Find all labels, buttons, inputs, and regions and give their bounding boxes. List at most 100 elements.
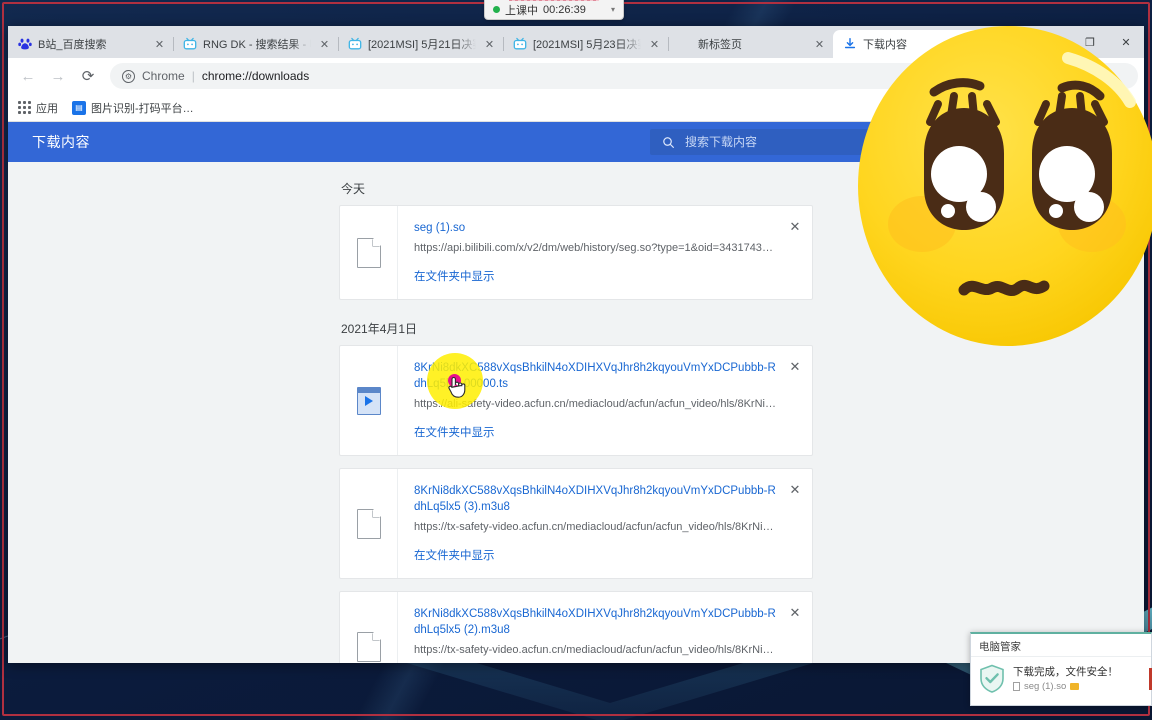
download-item[interactable]: 8KrNi8dkXC588vXqsBhkilN4oXDIHXVqJhr8h2kq… [339,591,813,663]
bilibili-icon [348,37,362,50]
video-file-icon [356,386,381,415]
remove-download-icon[interactable]: ✕ [786,218,804,236]
download-icon-cell [340,206,398,299]
class-status-timer: 00:26:39 [543,3,586,16]
window-controls: — ❐ ✕ [1036,26,1144,58]
download-icon-cell [340,469,398,578]
download-details: seg (1).so https://api.bilibili.com/x/v2… [398,206,812,299]
tab-close-icon[interactable]: ✕ [962,37,977,52]
bookmark-label: 图片识别-打码平台… [91,102,194,115]
notification-file-name: seg (1).so [1024,681,1067,692]
file-icon [1013,682,1020,691]
download-icon-cell [340,346,398,455]
maximize-button[interactable]: ❐ [1072,27,1108,57]
shield-check-icon [980,664,1004,693]
tab-title: B站_百度搜索 [38,39,107,51]
file-icon [356,237,381,268]
bookmark-label: 应用 [36,102,58,115]
downloads-header: 下载内容 [8,122,1144,162]
download-group-label: 今天 [341,182,366,196]
live-dot-icon [493,6,500,13]
show-in-folder-link[interactable]: 在文件夹中显示 [414,547,495,563]
download-item[interactable]: 8KrNi8dkXC588vXqsBhkilN4oXDIHXVqJhr8h2kq… [339,468,813,579]
tab-msi-may23[interactable]: [2021MSI] 5月23日决赛 RN… ✕ [503,30,668,58]
tab-close-icon[interactable]: ✕ [812,37,827,52]
address-bar-url: chrome://downloads [201,69,310,83]
address-bar[interactable]: ⚙ Chrome | chrome://downloads [110,63,1138,89]
show-in-folder-link[interactable]: 在文件夹中显示 [414,268,495,284]
omnibox-separator: | [191,69,195,83]
tab-title: [2021MSI] 5月21日决赛 RN… [368,39,476,51]
chrome-browser-window: B站_百度搜索 ✕ RNG DK - 搜索结果 - 哔哩哔… ✕ [2021MS… [8,26,1144,663]
tab-title: 新标签页 [698,39,742,51]
search-box[interactable] [650,129,1120,155]
download-icon-cell [340,592,398,663]
class-status-pill[interactable]: 上课中 00:26:39 ▾ [484,0,624,20]
download-source-url: https://api.bilibili.com/x/v2/dm/web/his… [414,242,778,254]
download-file-name[interactable]: 8KrNi8dkXC588vXqsBhkilN4oXDIHXVqJhr8h2kq… [414,606,778,638]
close-window-button[interactable]: ✕ [1108,27,1144,57]
tab-title: [2021MSI] 5月23日决赛 RN… [533,39,641,51]
download-source-url: https://tx-safety-video.acfun.cn/mediacl… [414,644,778,656]
site-chip-label: Chrome [142,69,185,83]
reload-button[interactable]: ⟳ [74,62,102,90]
downloads-page: 下载内容 今天 seg (1).so https://api.bilibili.… [8,122,1144,663]
bookmarks-bar: 应用 ▤ 图片识别-打码平台… [8,94,1144,122]
file-icon [356,508,381,539]
tab-baidu-bilibili[interactable]: B站_百度搜索 ✕ [8,30,173,58]
download-file-name[interactable]: 8KrNi8dkXC588vXqsBhkilN4oXDIHXVqJhr8h2kq… [414,483,778,515]
page-title: 下载内容 [32,134,90,150]
bookmark-image-recognition[interactable]: ▤ 图片识别-打码平台… [72,100,194,116]
tab-new-tab-page[interactable]: 新标签页 ✕ [668,30,833,58]
download-details: 8KrNi8dkXC588vXqsBhkilN4oXDIHXVqJhr8h2kq… [398,469,812,578]
blank-icon [678,37,692,51]
minimize-button[interactable]: — [1036,27,1072,57]
download-details: 8KrNi8dkXC588vXqsBhkilN4oXDIHXVqJhr8h2kq… [398,592,812,663]
tab-close-icon[interactable]: ✕ [482,37,497,52]
notification-file-row[interactable]: seg (1).so [1013,681,1118,692]
tab-title: RNG DK - 搜索结果 - 哔哩哔… [203,39,311,51]
tab-close-icon[interactable]: ✕ [317,37,332,52]
remove-download-icon[interactable]: ✕ [786,481,804,499]
remove-download-icon[interactable]: ✕ [786,358,804,376]
image-icon: ▤ [72,100,86,115]
baidu-icon [18,38,32,50]
tab-downloads[interactable]: 下载内容 ✕ [833,30,983,58]
search-input[interactable] [685,135,1108,149]
forward-button[interactable]: → [44,62,72,90]
chevron-down-icon[interactable]: ▾ [611,5,615,14]
new-tab-button[interactable]: + [989,30,1015,56]
tab-msi-may21[interactable]: [2021MSI] 5月21日决赛 RN… ✕ [338,30,503,58]
tab-rng-dk-search[interactable]: RNG DK - 搜索结果 - 哔哩哔… ✕ [173,30,338,58]
show-in-folder-link[interactable]: 在文件夹中显示 [414,424,495,440]
tab-title: 下载内容 [863,39,907,51]
tab-strip: B站_百度搜索 ✕ RNG DK - 搜索结果 - 哔哩哔… ✕ [2021MS… [8,26,1144,58]
class-status-label: 上课中 [505,4,538,17]
tab-close-icon[interactable]: ✕ [152,37,167,52]
remove-download-icon[interactable]: ✕ [786,604,804,622]
downloads-list: 今天 seg (1).so https://api.bilibili.com/x… [8,162,1144,663]
notification-message: 下载完成，文件安全！ [1013,666,1118,678]
download-item[interactable]: seg (1).so https://api.bilibili.com/x/v2… [339,205,813,300]
back-button[interactable]: ← [14,62,42,90]
download-file-name[interactable]: seg (1).so [414,220,778,236]
browser-toolbar: ← → ⟳ ⚙ Chrome | chrome://downloads [8,58,1144,94]
tab-close-icon[interactable]: ✕ [647,37,662,52]
search-icon [663,136,674,148]
file-icon [356,631,381,662]
notification-body: 下载完成，文件安全！ seg (1).so [971,657,1151,700]
download-source-url: https://tx-safety-video.acfun.cn/mediacl… [414,521,778,533]
bilibili-icon [183,37,197,50]
bilibili-icon [513,37,527,50]
bookmark-apps[interactable]: 应用 [18,100,58,116]
download-icon [844,38,856,49]
settings-gear-icon: ⚙ [122,69,135,83]
folder-icon[interactable] [1070,683,1080,690]
notification-text-block: 下载完成，文件安全！ seg (1).so [1013,665,1118,692]
notification-title: 电脑管家 [971,634,1151,657]
pc-manager-notification[interactable]: 电脑管家 下载完成，文件安全！ seg (1).so [970,632,1152,706]
download-group-label: 2021年4月1日 [341,322,418,336]
apps-grid-icon [18,101,31,114]
hand-cursor-icon [448,377,466,398]
download-item[interactable]: 8KrNi8dkXC588vXqsBhkilN4oXDIHXVqJhr8h2kq… [339,345,813,456]
